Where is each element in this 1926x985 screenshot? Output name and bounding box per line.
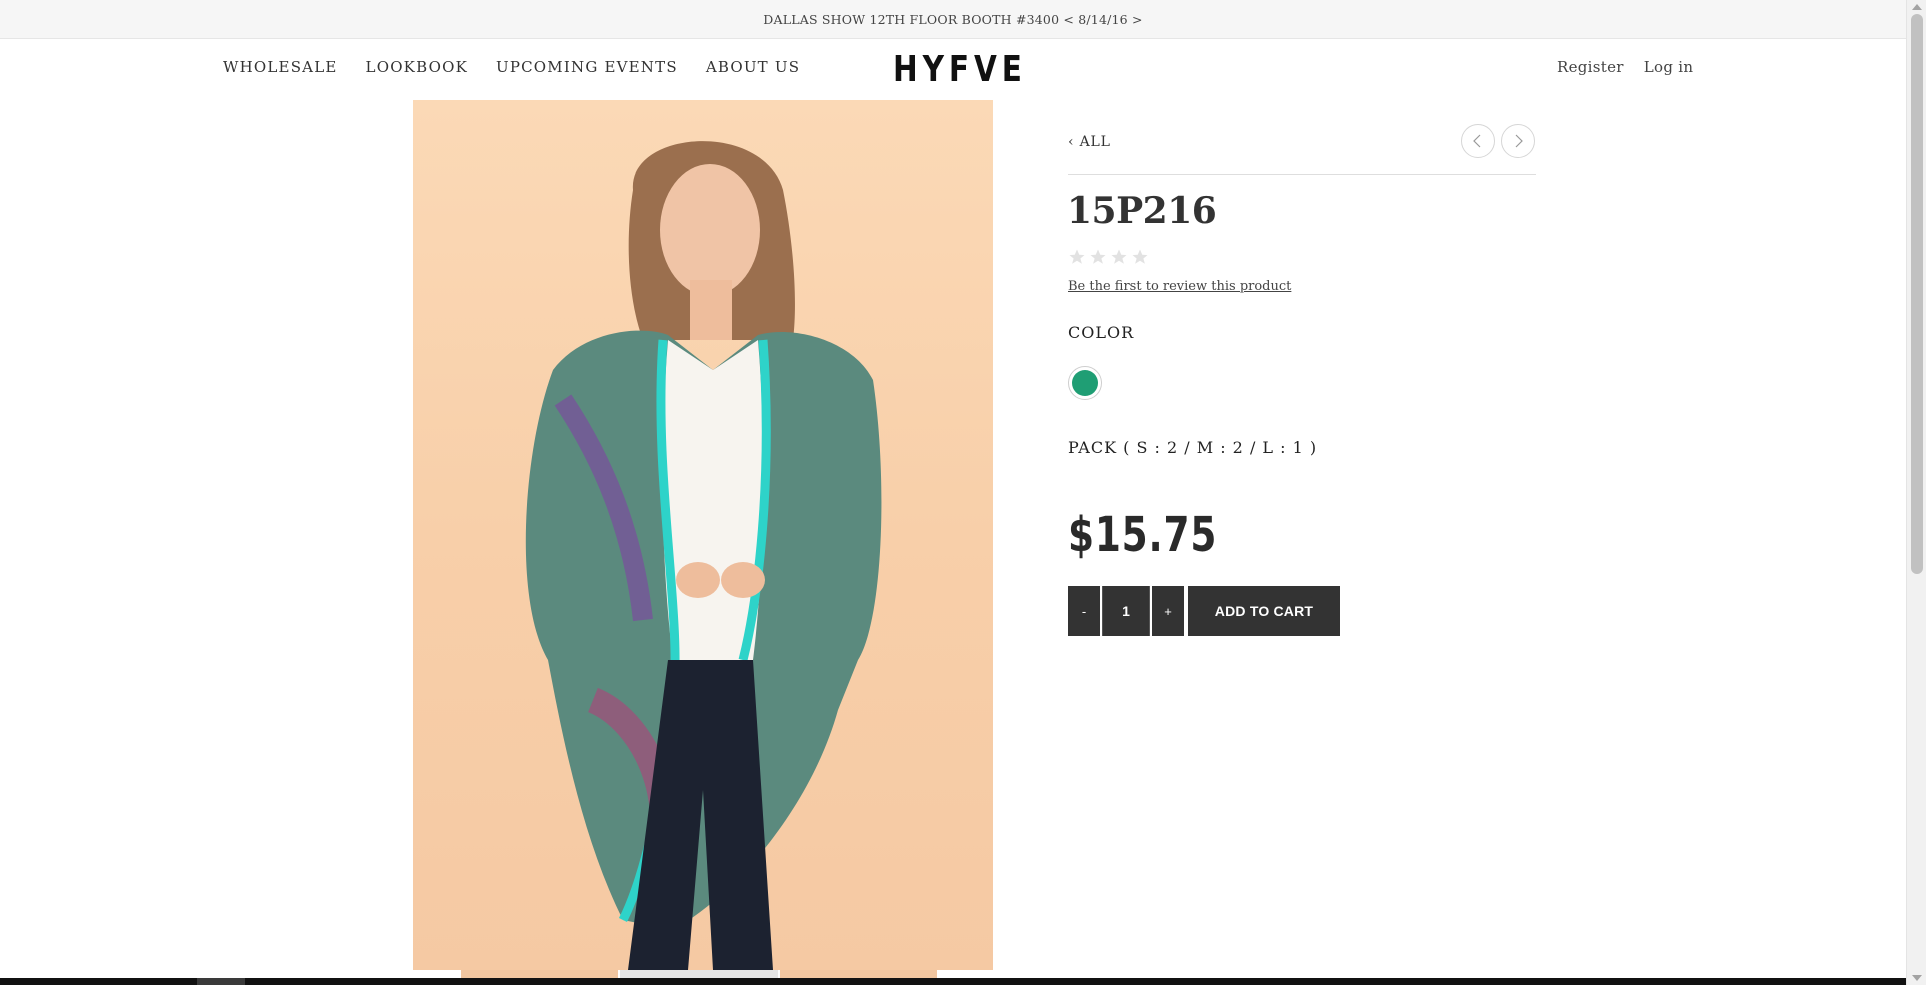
product-title: 15P216 [1067, 190, 1217, 232]
previous-product-button[interactable] [1461, 124, 1495, 158]
next-product-button[interactable] [1501, 124, 1535, 158]
scroll-thumb[interactable] [1911, 14, 1923, 574]
qty-increment-button[interactable]: + [1152, 586, 1184, 636]
register-link[interactable]: Register [1557, 58, 1624, 76]
bottom-bar [0, 978, 1906, 985]
scroll-down-arrow-icon[interactable] [1912, 975, 1922, 981]
color-swatch-teal[interactable] [1068, 366, 1102, 400]
brand-logo[interactable]: HYFVE [893, 52, 1022, 88]
nav-item-about-us[interactable]: ABOUT US [706, 58, 800, 76]
thumbnail-3[interactable] [779, 970, 937, 978]
chevron-left-icon [1473, 134, 1481, 148]
color-label: COLOR [1068, 323, 1135, 342]
qty-decrement-button[interactable]: - [1068, 586, 1100, 636]
star-icon [1132, 249, 1148, 264]
chevron-right-icon [1515, 134, 1523, 148]
first-review-link[interactable]: Be the first to review this product [1068, 279, 1291, 294]
product-price: $15.75 [1068, 507, 1218, 563]
announcement-text[interactable]: DALLAS SHOW 12TH FLOOR BOOTH #3400 < 8/1… [763, 12, 1142, 27]
scroll-up-arrow-icon[interactable] [1912, 4, 1922, 10]
pack-sizes: PACK ( S : 2 / M : 2 / L : 1 ) [1068, 438, 1318, 457]
main-nav: WHOLESALE LOOKBOOK UPCOMING EVENTS ABOUT… [223, 58, 800, 76]
nav-item-wholesale[interactable]: WHOLESALE [223, 58, 338, 76]
star-icon [1069, 249, 1085, 264]
bottom-bar-indicator [197, 978, 245, 985]
divider [1068, 174, 1536, 175]
swatch-fill [1072, 370, 1098, 396]
product-photo-model-cardigan [525, 141, 882, 970]
thumbnail-2[interactable] [620, 970, 778, 978]
account-links: Register Log in [1557, 58, 1693, 76]
rating-stars[interactable] [1068, 248, 1149, 266]
back-to-all-link[interactable]: ‹ ALL [1068, 134, 1111, 150]
quantity-input[interactable]: 1 [1102, 586, 1150, 636]
product-image[interactable] [413, 100, 993, 970]
star-icon [1111, 249, 1127, 264]
nav-item-upcoming-events[interactable]: UPCOMING EVENTS [496, 58, 678, 76]
product-pager [1461, 124, 1535, 158]
vertical-scrollbar[interactable] [1906, 0, 1926, 985]
announcement-bar: DALLAS SHOW 12TH FLOOR BOOTH #3400 < 8/1… [0, 0, 1906, 39]
add-to-cart-row: - 1 + ADD TO CART [1068, 586, 1340, 636]
thumbnail-1[interactable] [461, 970, 619, 978]
nav-item-lookbook[interactable]: LOOKBOOK [366, 58, 468, 76]
star-icon [1090, 249, 1106, 264]
thumbnail-strip [461, 970, 937, 978]
add-to-cart-button[interactable]: ADD TO CART [1188, 586, 1340, 636]
login-link[interactable]: Log in [1644, 58, 1694, 76]
